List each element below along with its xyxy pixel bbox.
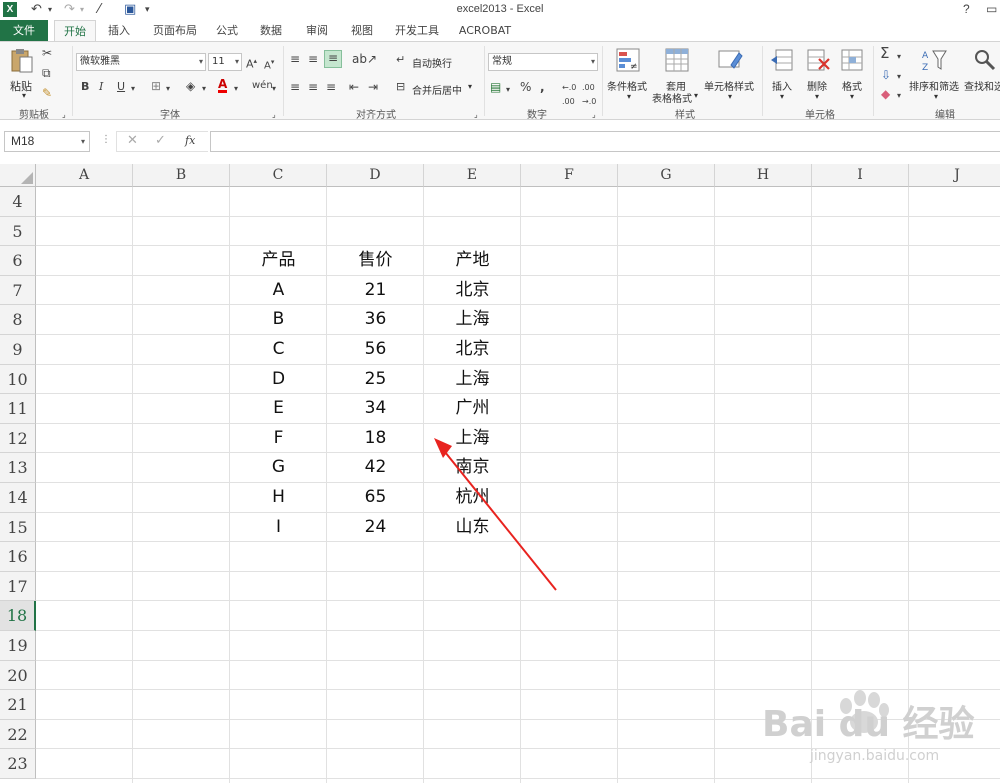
watermark-brand: Bai du 经验 [762, 704, 975, 745]
watermark-url: jingyan.baidu.com [809, 748, 939, 764]
baidu-watermark: Bai du 经验 jingyan.baidu.com [762, 690, 975, 764]
annotation-arrow [434, 438, 557, 591]
